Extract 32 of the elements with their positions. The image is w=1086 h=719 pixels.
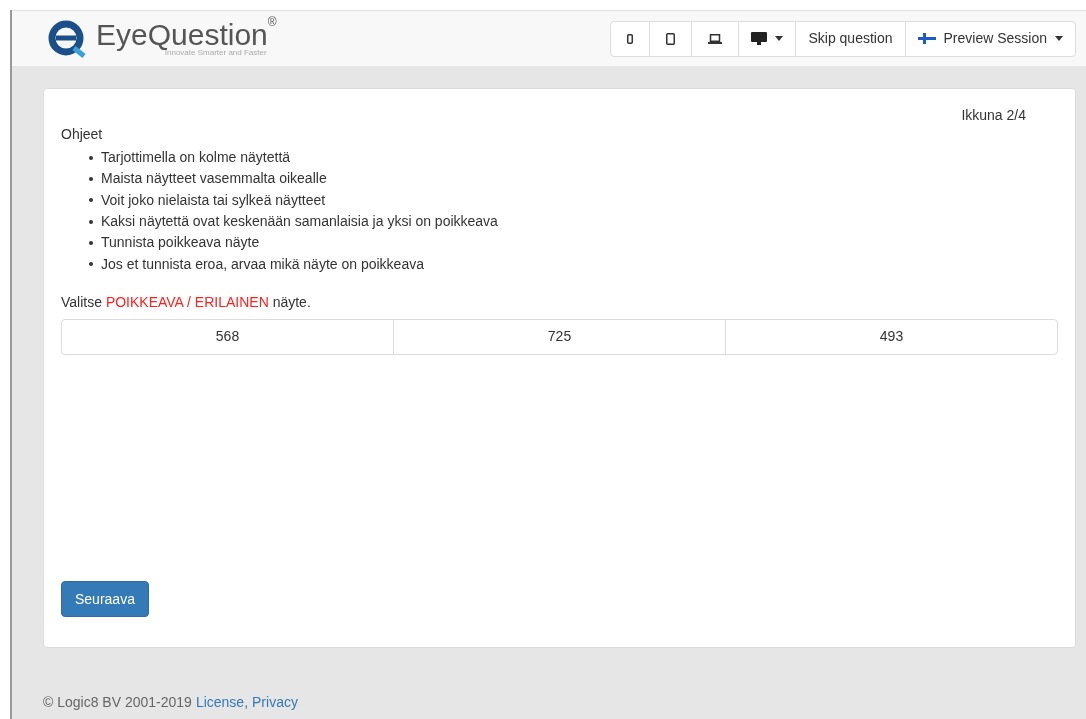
bullet-icon — [89, 262, 93, 267]
footer-link[interactable]: Privacy — [252, 692, 298, 713]
sample-option-button[interactable]: 493 — [725, 319, 1057, 354]
preview-session-dropdown[interactable]: Preview Session — [904, 21, 1075, 56]
bullet-icon — [89, 219, 93, 224]
tablet-icon — [666, 32, 676, 45]
skip-question-button[interactable]: Skip question — [795, 21, 905, 56]
logo-text: EyeQuestion — [96, 20, 268, 50]
instruction-text: Voit joko nielaista tai sylkeä näytteet — [101, 190, 326, 210]
bullet-icon — [89, 176, 93, 181]
monitor-icon — [751, 32, 768, 45]
bullet-icon — [89, 155, 93, 160]
laptop-icon — [708, 33, 723, 44]
instruction-text: Kaksi näytettä ovat keskenään samanlaisia ja yksi on poikkeava — [101, 212, 498, 232]
bullet-icon — [89, 198, 93, 203]
page-indicator: Ikkuna 2/4 — [961, 106, 1026, 125]
phone-icon — [627, 33, 634, 44]
bullet-icon — [89, 240, 93, 245]
flag-icon — [917, 33, 936, 44]
next-button[interactable]: Seuraava — [61, 581, 149, 617]
registered-mark: ® — [267, 16, 277, 28]
copyright-text: © Logic8 BV 2001-2019 — [43, 693, 192, 712]
instructions-title: Ohjeet — [61, 125, 104, 144]
logo-tagline: Innovate Smarter and Faster — [164, 49, 267, 57]
footer-link[interactable]: License, — [195, 692, 249, 713]
instruction-text: Maista näytteet vasemmalta oikealle — [101, 169, 327, 189]
instruction-text: Tunnista poikkeava näyte — [101, 233, 260, 253]
question-text: Valitse POIKKEAVA / ERILAINEN näyte. — [61, 292, 312, 312]
instruction-text: Jos et tunnista eroa, arvaa mikä näyte on poikkeava — [101, 254, 424, 274]
sample-option-button[interactable]: 568 — [62, 319, 393, 354]
sample-option-button[interactable]: 725 — [393, 319, 725, 354]
instruction-text: Tarjottimella on kolme näytettä — [101, 148, 291, 168]
